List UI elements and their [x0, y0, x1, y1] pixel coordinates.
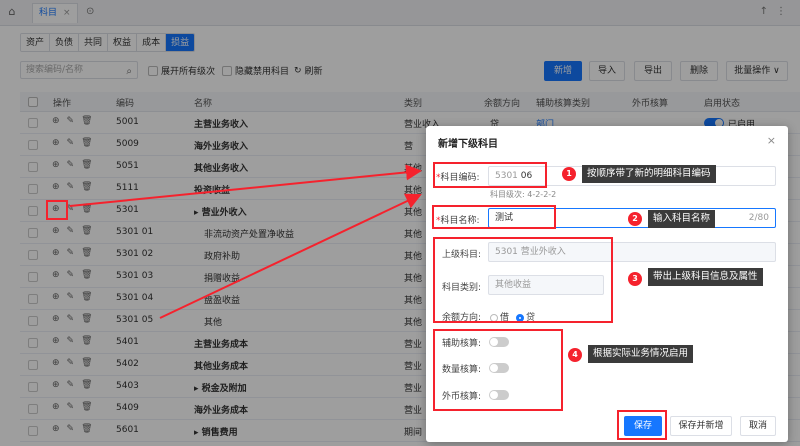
- arrow-add-to-code: [69, 164, 422, 207]
- arrow-row-to-code: [159, 193, 422, 319]
- annotation-arrows: [69, 164, 422, 319]
